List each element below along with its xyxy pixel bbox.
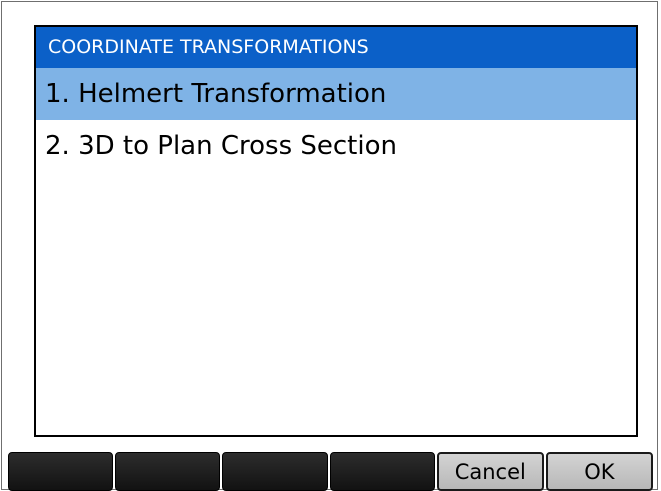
choose-dialog: COORDINATE TRANSFORMATIONS 1. Helmert Tr… [34,25,638,437]
menu-item-3d-to-plan-cross-section[interactable]: 2. 3D to Plan Cross Section [36,120,636,172]
softkey-1[interactable] [8,452,114,491]
menu-item-helmert-transformation[interactable]: 1. Helmert Transformation [36,68,636,120]
menu-list: 1. Helmert Transformation 2. 3D to Plan … [36,68,636,172]
softkey-2[interactable] [115,452,221,491]
cancel-button[interactable]: Cancel [436,452,544,491]
softkey-4[interactable] [329,452,435,491]
softkey-bar: Cancel OK [8,452,654,491]
dialog-title: COORDINATE TRANSFORMATIONS [36,27,636,68]
softkey-3[interactable] [222,452,328,491]
ok-button[interactable]: OK [545,452,654,491]
